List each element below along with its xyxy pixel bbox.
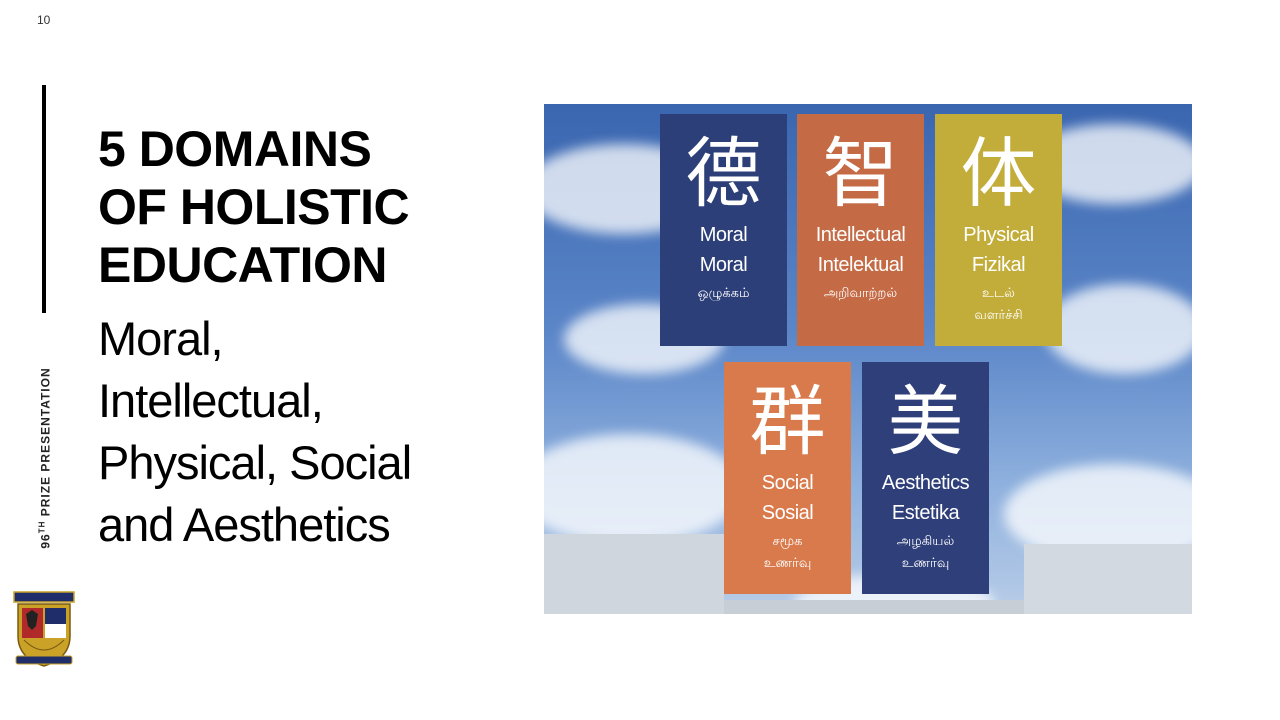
banner-intellectual: 智 Intellectual Intelektual அறிவாற்றல் <box>797 114 924 346</box>
subtitle-line: Intellectual, <box>98 374 324 427</box>
subtitle-line: Moral, <box>98 312 224 365</box>
title-line: EDUCATION <box>98 237 388 293</box>
banner-moral: 德 Moral Moral ஒழுக்கம் <box>660 114 787 346</box>
subtitle-line: Physical, Social <box>98 436 412 489</box>
school-crest-icon <box>13 591 75 667</box>
title-line: OF HOLISTIC <box>98 179 410 235</box>
title-line: 5 DOMAINS <box>98 121 372 177</box>
vertical-divider <box>42 85 46 313</box>
slide-subtitle: Moral, Intellectual, Physical, Social an… <box>98 308 478 556</box>
presentation-caption: 96TH PRIZE PRESENTATION <box>37 367 53 549</box>
banner-physical: 体 Physical Fizikal உடல் வளர்ச்சி <box>935 114 1062 346</box>
banner-social: 群 Social Sosial சமூக உணர்வு <box>724 362 851 594</box>
slide-number: 10 <box>37 13 51 27</box>
subtitle-line: and Aesthetics <box>98 498 391 551</box>
banner-aesthetics: 美 Aesthetics Estetika அழகியல் உணர்வு <box>862 362 989 594</box>
slide-title: 5 DOMAINS OF HOLISTIC EDUCATION <box>98 120 478 294</box>
holistic-education-photo: 德 Moral Moral ஒழுக்கம் 智 Intellectual In… <box>544 104 1192 614</box>
